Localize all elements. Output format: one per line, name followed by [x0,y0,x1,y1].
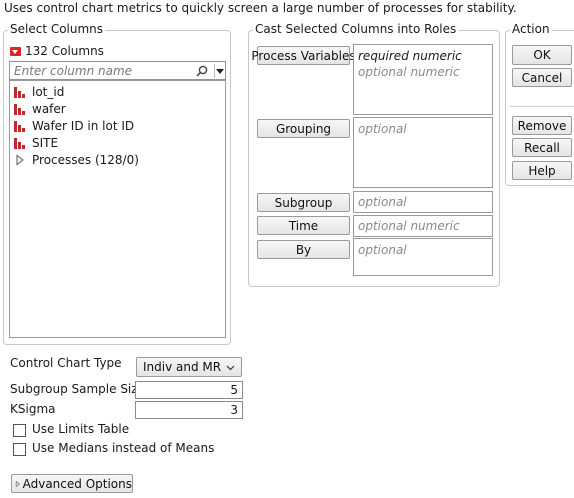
column-count-menu[interactable]: 132 Columns [10,44,104,58]
list-item[interactable]: Wafer ID in lot ID [14,117,134,134]
action-title: Action [510,22,552,36]
grouping-role-box[interactable]: optional [353,117,493,188]
control-chart-type-select[interactable]: Indiv and MR [136,357,242,377]
by-hint: optional [358,243,407,257]
process-variables-button[interactable]: Process Variables [251,46,356,65]
chevron-down-icon [226,365,235,371]
use-limits-table-label: Use Limits Table [32,422,130,436]
subgroup-role-box[interactable]: optional [353,191,493,213]
ksigma-field[interactable]: 3 [135,401,243,419]
grouping-hint: optional [358,122,407,136]
list-item-label: Wafer ID in lot ID [32,118,135,133]
list-item[interactable]: Processes (128/0) [14,151,139,168]
recall-button[interactable]: Recall [512,138,572,157]
subgroup-sample-size-label: Subgroup Sample Size [10,382,145,396]
list-item[interactable]: SITE [14,134,58,151]
list-item[interactable]: lot_id [14,83,64,100]
cancel-button[interactable]: Cancel [512,68,572,87]
by-role-box[interactable]: optional [353,238,493,276]
subgroup-hint: optional [358,195,407,209]
search-icon[interactable] [196,65,208,77]
column-search-input[interactable] [10,62,190,79]
select-columns-title: Select Columns [8,22,106,36]
column-list[interactable]: lot_id wafer Wafer ID in lot ID SITE Pro… [9,80,226,338]
help-button[interactable]: Help [512,161,572,180]
time-button[interactable]: Time [257,216,350,235]
search-options-dropdown-icon[interactable] [215,68,225,76]
list-item-label: SITE [32,135,59,150]
subgroup-sample-size-field[interactable]: 5 [135,381,243,399]
use-medians-label: Use Medians instead of Means [32,441,215,455]
grouping-button[interactable]: Grouping [257,119,350,138]
column-count-label: 132 Columns [25,44,104,58]
advanced-options-button[interactable]: Advanced Options [11,474,133,493]
list-item-label: wafer [32,101,66,116]
action-separator [510,106,574,107]
column-search-box [9,61,226,80]
list-item-label: Processes (128/0) [32,152,139,167]
use-limits-table-checkbox[interactable] [13,424,26,437]
roles-title: Cast Selected Columns into Roles [253,22,459,36]
control-chart-type-label: Control Chart Type [10,356,122,370]
time-hint: optional numeric [358,219,460,233]
process-variables-hint-required: required numeric [358,49,462,63]
ok-button[interactable]: OK [512,45,572,65]
process-variables-role-box[interactable]: required numeric optional numeric [353,44,493,115]
expand-triangle-icon[interactable] [14,154,26,166]
use-medians-checkbox[interactable] [13,443,26,456]
continuous-column-icon [14,86,26,98]
by-button[interactable]: By [257,240,350,259]
ksigma-label: KSigma [10,402,56,416]
subgroup-button[interactable]: Subgroup [257,193,350,212]
continuous-column-icon [14,137,26,149]
list-item-label: lot_id [32,84,65,99]
remove-button[interactable]: Remove [512,116,572,135]
continuous-column-icon [14,103,26,115]
time-role-box[interactable]: optional numeric [353,215,493,237]
process-variables-hint-optional: optional numeric [358,65,460,79]
list-item[interactable]: wafer [14,100,66,117]
advanced-options-label: Advanced Options [22,476,132,491]
dialog-description: Uses control chart metrics to quickly sc… [4,1,517,15]
control-chart-type-value: Indiv and MR [143,360,222,374]
expand-triangle-icon [15,480,20,487]
red-triangle-menu-icon[interactable] [10,46,21,56]
continuous-column-icon [14,120,26,132]
